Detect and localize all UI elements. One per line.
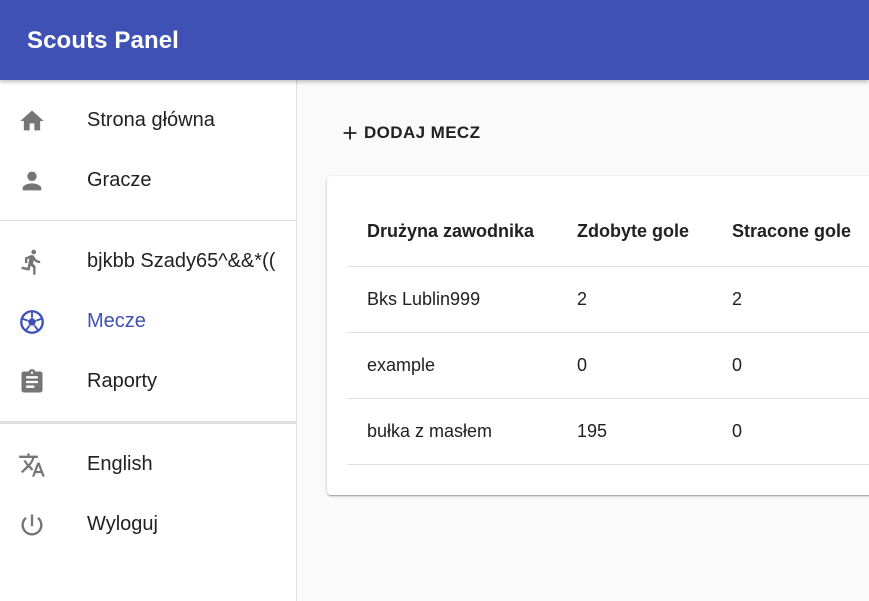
header-goals-conceded: Stracone gole <box>732 221 852 241</box>
app-bar: Scouts Panel <box>0 0 869 80</box>
sidebar: Strona główna Gracze bjkbb Szady65^&&*((… <box>0 80 297 601</box>
header-goals-scored: Zdobyte gole <box>577 221 689 241</box>
soccer-ball-icon <box>18 308 46 336</box>
cell-goals-conceded: 0 <box>732 421 743 441</box>
sidebar-divider <box>0 220 296 221</box>
cell-team: example <box>367 355 436 375</box>
translate-icon <box>18 451 46 479</box>
cell-goals-scored: 195 <box>577 421 608 441</box>
table-row[interactable]: example 0 0 <box>347 333 869 399</box>
sidebar-item-matches[interactable]: Mecze <box>0 291 296 351</box>
matches-table-card: Drużyna zawodnika Zdobyte gole Stracone … <box>327 176 869 495</box>
running-person-icon <box>18 248 46 276</box>
table-header-row: Drużyna zawodnika Zdobyte gole Stracone … <box>347 176 869 267</box>
header-team: Drużyna zawodnika <box>367 221 535 241</box>
sidebar-item-label: Mecze <box>87 310 146 332</box>
person-icon <box>18 167 46 195</box>
sidebar-item-label: Wyloguj <box>87 513 158 535</box>
cell-goals-scored: 0 <box>577 355 588 375</box>
table-row[interactable]: Bks Lublin999 2 2 <box>347 267 869 333</box>
sidebar-item-language[interactable]: English <box>0 434 296 494</box>
clipboard-icon <box>18 368 46 396</box>
sidebar-item-label: English <box>87 453 153 475</box>
sidebar-item-label: Raporty <box>87 370 158 392</box>
home-icon <box>18 107 46 135</box>
sidebar-item-logout[interactable]: Wyloguj <box>0 494 296 554</box>
sidebar-item-players[interactable]: Gracze <box>0 150 296 210</box>
add-match-button[interactable]: DODAJ MECZ <box>339 120 480 146</box>
plus-icon <box>339 122 361 144</box>
table-row[interactable]: bułka z masłem 195 0 <box>347 399 869 465</box>
cell-goals-scored: 2 <box>577 289 588 309</box>
sidebar-item-team[interactable]: bjkbb Szady65^&&*(( <box>0 231 296 291</box>
add-match-label: DODAJ MECZ <box>364 123 481 142</box>
power-icon <box>18 511 46 539</box>
cell-goals-conceded: 0 <box>732 355 743 375</box>
cell-team: Bks Lublin999 <box>367 289 481 309</box>
sidebar-item-label: Strona główna <box>87 109 215 131</box>
app-title: Scouts Panel <box>27 27 179 54</box>
cell-team: bułka z masłem <box>367 421 493 441</box>
matches-table: Drużyna zawodnika Zdobyte gole Stracone … <box>347 176 869 465</box>
sidebar-divider <box>0 421 296 424</box>
cell-goals-conceded: 2 <box>732 289 743 309</box>
sidebar-item-label: Gracze <box>87 169 152 191</box>
sidebar-item-label: bjkbb Szady65^&&*(( <box>87 250 276 272</box>
sidebar-item-home[interactable]: Strona główna <box>0 90 296 150</box>
main-content: DODAJ MECZ Drużyna zawodnika Zdobyte gol… <box>297 80 869 601</box>
sidebar-item-reports[interactable]: Raporty <box>0 351 296 411</box>
